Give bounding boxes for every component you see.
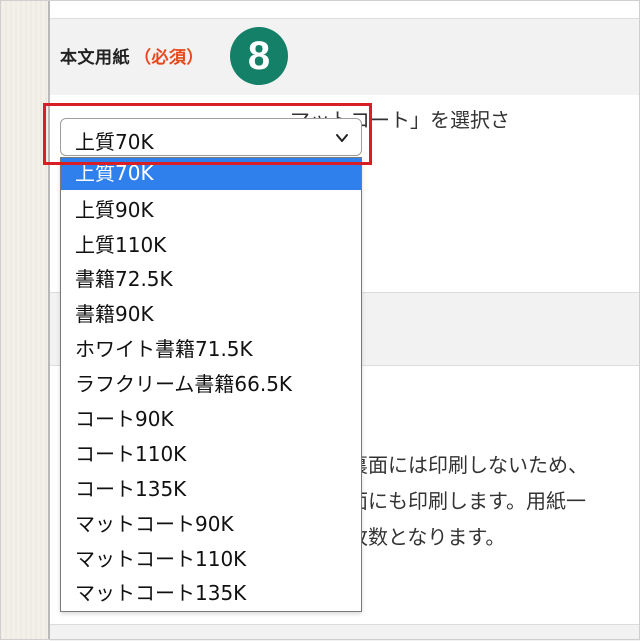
step-number-badge: 8 [230,27,288,85]
dropdown-option[interactable]: マットコート110K [61,542,361,577]
note-line: 裏面には印刷しないため、 [348,453,588,477]
dropdown-option[interactable]: 上質90K [61,193,361,228]
dropdown-option[interactable]: ホワイト書籍71.5K [61,332,361,367]
chevron-down-icon [336,134,348,142]
required-label: （必須） [134,48,204,68]
dropdown-option[interactable]: 上質70K [61,158,361,190]
dropdown-option[interactable]: ラフクリーム書籍66.5K [61,367,361,402]
dropdown-option[interactable]: 上質110K [61,228,361,263]
dropdown-option[interactable]: マットコート135K [61,576,361,611]
dropdown-option[interactable]: コート90K [61,402,361,437]
section-header: 本文用紙 （必須） 8 [50,18,640,96]
dropdown-option[interactable]: 書籍90K [61,297,361,332]
dropdown-option[interactable]: 書籍72.5K [61,262,361,297]
note-line: 枚数となります。 [348,525,506,549]
dropdown-option[interactable]: コート110K [61,437,361,472]
paper-type-dropdown-list: 上質70K 上質90K 上質110K 書籍72.5K 書籍90K ホワイト書籍7… [60,157,362,612]
note-line: 面にも印刷します。用紙一 [348,489,586,513]
page-left-margin [0,0,49,640]
dropdown-option[interactable]: マットコート90K [61,507,361,542]
paper-type-select[interactable]: 上質70K [60,118,362,156]
background-note: 裏面には印刷しないため、 面にも印刷します。用紙一 枚数となります。 [348,447,588,555]
section-title-text: 本文用紙 [60,48,130,68]
section-title: 本文用紙 （必須） [60,43,204,68]
select-current-value: 上質70K [75,130,154,154]
top-strip [50,0,640,18]
bottom-band [50,624,640,641]
dropdown-option[interactable]: コート135K [61,472,361,507]
